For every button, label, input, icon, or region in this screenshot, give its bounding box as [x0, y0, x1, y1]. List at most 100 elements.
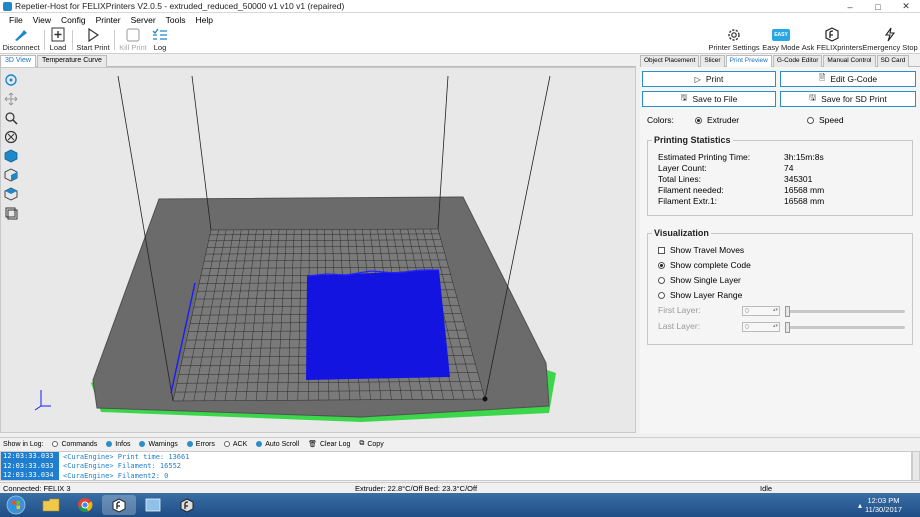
- colors-label: Colors:: [647, 115, 674, 125]
- tab-print-preview[interactable]: Print Preview: [725, 55, 772, 67]
- taskbar-app[interactable]: [136, 495, 170, 515]
- log-filter-ack[interactable]: ACK: [223, 441, 247, 448]
- log-filter-infos[interactable]: Infos: [106, 441, 130, 448]
- side-view-tool[interactable]: [3, 167, 19, 183]
- fit-objects-icon: [5, 207, 18, 220]
- first-layer-stepper[interactable]: 0: [742, 306, 780, 316]
- show-in-log-label: Show in Log:: [3, 440, 44, 448]
- show-range-option[interactable]: Show Layer Range: [658, 290, 742, 300]
- color-speed-option[interactable]: Speed: [807, 115, 844, 125]
- show-travel-option[interactable]: Show Travel Moves: [658, 245, 744, 255]
- zoom-view-tool[interactable]: [3, 110, 19, 126]
- view-toolbar: [3, 72, 21, 224]
- taskbar-explorer[interactable]: [34, 495, 68, 515]
- stat-value: 74: [784, 163, 794, 173]
- ask-felix-button[interactable]: Ask FELIXprinters: [802, 26, 862, 54]
- cube-front-icon: [4, 149, 18, 163]
- printed-model: [306, 270, 450, 380]
- color-speed-radio[interactable]: [807, 116, 814, 124]
- colors-row: Colors: Extruder Speed: [647, 114, 917, 126]
- emergency-stop-button[interactable]: Emergency Stop: [862, 26, 918, 54]
- felix-logo-icon: [112, 497, 126, 513]
- tab-manual-control[interactable]: Manual Control: [823, 55, 876, 67]
- last-layer-slider[interactable]: [785, 322, 905, 333]
- show-range-radio[interactable]: [658, 291, 665, 299]
- tab-slicer[interactable]: Slicer: [700, 55, 725, 67]
- reset-view-tool[interactable]: [3, 129, 19, 145]
- last-layer-stepper[interactable]: 0: [742, 322, 780, 332]
- color-extruder-option[interactable]: Extruder: [695, 115, 739, 125]
- edit-gcode-button[interactable]: 🗎 Edit G-Code: [780, 71, 916, 87]
- first-layer-slider[interactable]: [785, 306, 905, 317]
- log-button[interactable]: Log: [150, 26, 170, 54]
- log-scrollbar[interactable]: [912, 451, 920, 481]
- save-to-file-button[interactable]: 🖫 Save to File: [642, 91, 776, 107]
- printer-scene[interactable]: [1, 68, 636, 433]
- save-icon: 🖫: [809, 93, 817, 102]
- kill-print-button[interactable]: Kill Print: [118, 26, 148, 54]
- tab-object-placement[interactable]: Object Placement: [640, 55, 700, 67]
- printer-state: Idle: [760, 484, 773, 493]
- start-button[interactable]: [2, 495, 30, 515]
- menu-config[interactable]: Config: [56, 15, 91, 25]
- close-button[interactable]: ✕: [892, 0, 920, 13]
- maximize-button[interactable]: □: [864, 0, 892, 13]
- save-for-sd-button[interactable]: 🖫 Save for SD Print: [780, 91, 916, 107]
- menu-tools[interactable]: Tools: [161, 15, 191, 25]
- log-auto-scroll[interactable]: Auto Scroll: [256, 441, 299, 448]
- color-extruder-radio[interactable]: [695, 116, 702, 124]
- load-button[interactable]: Load: [48, 26, 68, 54]
- start-print-button[interactable]: Start Print: [76, 26, 110, 54]
- play-icon: ▷: [694, 74, 701, 84]
- 3d-viewport[interactable]: [0, 67, 636, 433]
- log-filter-warnings[interactable]: Warnings: [139, 441, 178, 448]
- show-travel-checkbox[interactable]: [658, 246, 665, 254]
- status-bar: Connected: FELIX 3 Extruder: 22.8°C/Off …: [0, 482, 920, 493]
- menu-view[interactable]: View: [28, 15, 56, 25]
- toggle-on-icon: [186, 441, 193, 447]
- top-view-tool[interactable]: [3, 186, 19, 202]
- folder-icon: [42, 498, 60, 512]
- disconnect-button[interactable]: Disconnect: [2, 26, 40, 54]
- menu-printer[interactable]: Printer: [91, 15, 126, 25]
- log-filter-errors[interactable]: Errors: [186, 441, 215, 448]
- stat-label: Total Lines:: [658, 174, 701, 184]
- toolbar: Disconnect Load Start Print Kill Print L…: [0, 26, 920, 54]
- show-single-radio[interactable]: [658, 276, 665, 284]
- printer-settings-button[interactable]: Printer Settings: [708, 26, 760, 54]
- menu-file[interactable]: File: [4, 15, 28, 25]
- stop-icon: [126, 26, 140, 43]
- tray-icons[interactable]: ▴: [858, 501, 862, 510]
- taskbar-clock[interactable]: 12:03 PM 11/30/2017: [865, 496, 902, 514]
- tab-3d-view[interactable]: 3D View: [0, 55, 36, 67]
- log-panel[interactable]: 12:03:33.033 <CuraEngine> Print time: 13…: [0, 451, 912, 481]
- print-button[interactable]: ▷ Print: [642, 71, 776, 87]
- taskbar-felix-alt[interactable]: [170, 495, 204, 515]
- tab-temperature-curve[interactable]: Temperature Curve: [36, 55, 107, 67]
- clear-log-button[interactable]: 🗑 Clear Log: [308, 440, 350, 449]
- right-tabbar: Object Placement Slicer Print Preview G-…: [640, 55, 920, 67]
- gear-icon: [726, 26, 742, 43]
- show-complete-option[interactable]: Show complete Code: [658, 260, 751, 270]
- tab-sd-card[interactable]: SD Card: [876, 55, 910, 67]
- easy-mode-button[interactable]: EASY Easy Mode: [762, 26, 800, 54]
- stat-label: Estimated Printing Time:: [658, 152, 751, 162]
- fit-view-tool[interactable]: [3, 205, 19, 221]
- rotate-view-tool[interactable]: [3, 72, 19, 88]
- log-filter-commands[interactable]: Commands: [52, 441, 97, 448]
- show-single-option[interactable]: Show Single Layer: [658, 275, 741, 285]
- menu-help[interactable]: Help: [191, 15, 218, 25]
- tab-gcode-editor[interactable]: G-Code Editor: [772, 55, 823, 67]
- window-app-icon: [145, 498, 161, 512]
- slider-thumb[interactable]: [785, 306, 790, 317]
- cube-top-icon: [4, 187, 18, 201]
- front-view-tool[interactable]: [3, 148, 19, 164]
- taskbar-felix[interactable]: [102, 495, 136, 515]
- copy-log-button[interactable]: ⧉ Copy: [359, 440, 383, 448]
- slider-thumb[interactable]: [785, 322, 790, 333]
- move-view-tool[interactable]: [3, 91, 19, 107]
- taskbar-chrome[interactable]: [68, 495, 102, 515]
- show-complete-radio[interactable]: [658, 261, 665, 269]
- minimize-button[interactable]: –: [836, 0, 864, 13]
- menu-server[interactable]: Server: [126, 15, 161, 25]
